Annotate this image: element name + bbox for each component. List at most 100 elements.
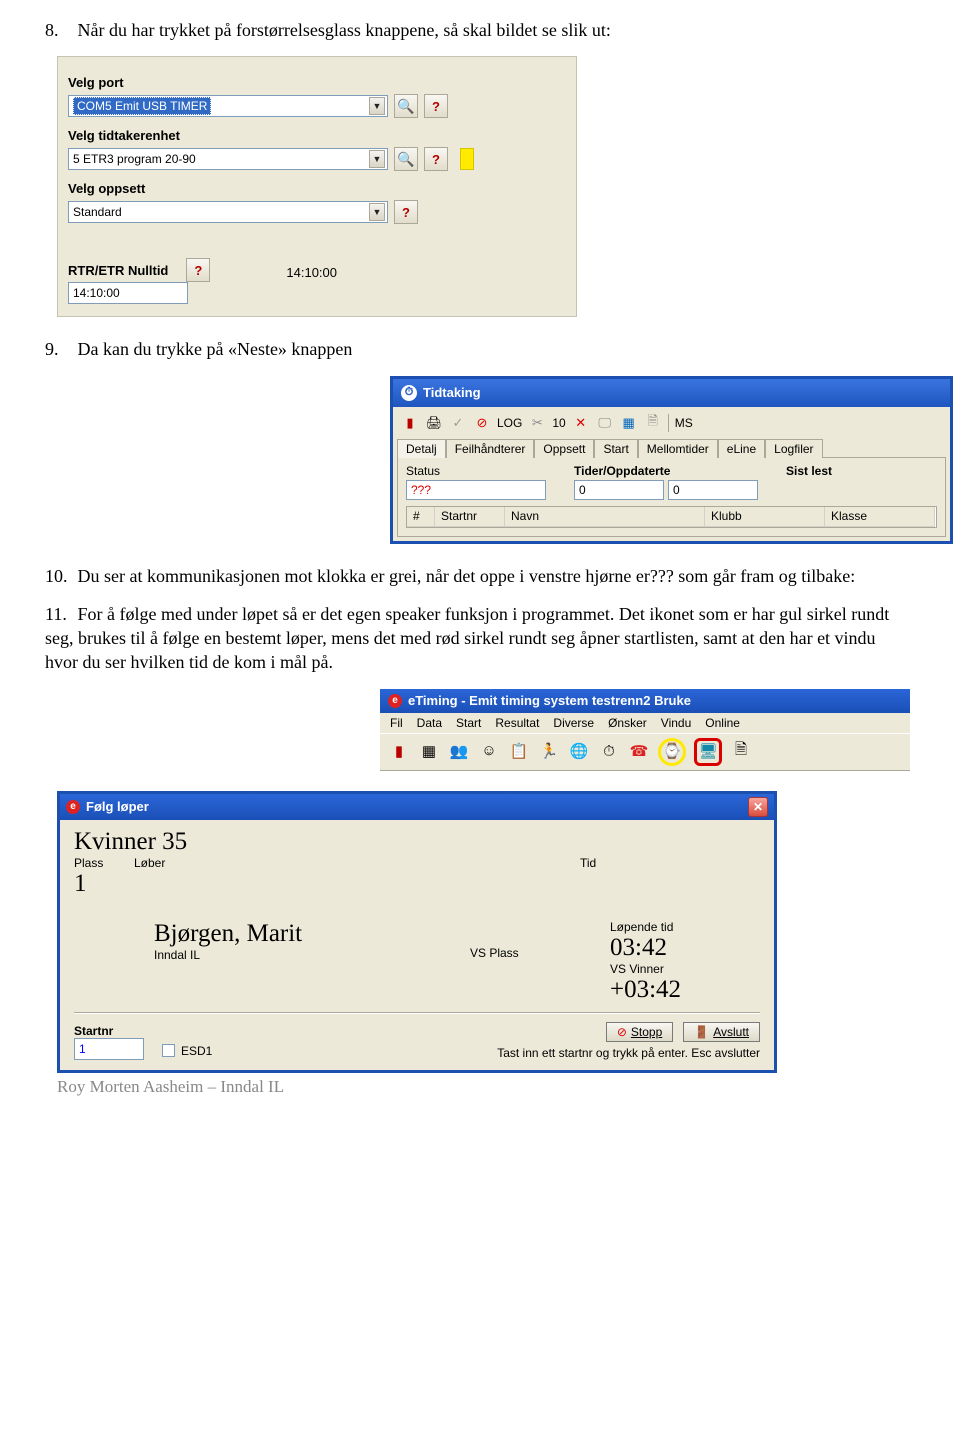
print-icon[interactable]: 🖨 xyxy=(425,414,443,432)
label-nulltid: RTR/ETR Nulltid xyxy=(68,263,168,278)
nulltid-input[interactable] xyxy=(68,282,188,304)
close-icon: ✕ xyxy=(753,800,763,814)
footer-cutoff: Roy Morten Aasheim – Inndal IL xyxy=(57,1077,900,1097)
magnifier-icon: 🔍 xyxy=(397,98,414,115)
stopp-button[interactable]: ⊘ Stopp xyxy=(606,1022,673,1042)
status-field[interactable] xyxy=(406,480,546,500)
help-button[interactable]: ? xyxy=(394,200,418,224)
port-dropdown[interactable]: COM5 Emit USB TIMER ▼ xyxy=(68,95,388,117)
question-icon: ? xyxy=(402,205,410,220)
label-velg-oppsett: Velg oppsett xyxy=(68,181,566,196)
globe-icon[interactable]: 🌐 xyxy=(568,741,590,763)
etiming-title: eTiming - Emit timing system testrenn2 B… xyxy=(408,693,691,708)
oppsett-value: Standard xyxy=(73,205,122,219)
tid-dropdown[interactable]: 5 ETR3 program 20-90 ▼ xyxy=(68,148,388,170)
tab-detalj[interactable]: Detalj xyxy=(397,439,446,458)
doc-icon[interactable]: 🗎 xyxy=(644,414,662,432)
oppsett-dropdown[interactable]: Standard ▼ xyxy=(68,201,388,223)
tab-logfiler[interactable]: Logfiler xyxy=(765,439,822,458)
help-button[interactable]: ? xyxy=(186,258,210,282)
menu-resultat[interactable]: Resultat xyxy=(495,716,539,730)
vs-vinner-label: VS Vinner xyxy=(610,962,760,976)
document-icon[interactable]: 🗎 xyxy=(730,741,752,763)
para-9-num: 9. xyxy=(45,337,73,361)
col-num[interactable]: # xyxy=(407,507,435,527)
tab-oppsett[interactable]: Oppsett xyxy=(534,439,594,458)
clock-display: 14:10:00 xyxy=(286,265,337,280)
device-icon[interactable]: ▮ xyxy=(401,414,419,432)
scissors-icon[interactable]: ✂ xyxy=(528,414,546,432)
para-11-num: 11. xyxy=(45,602,73,626)
app-icon: e xyxy=(388,694,402,708)
stopwatch-icon[interactable]: ⏱ xyxy=(598,741,620,763)
col-klasse[interactable]: Klasse xyxy=(825,507,935,527)
athlete-name: Bjørgen, Marit xyxy=(154,920,470,948)
running-icon[interactable]: 🏃 xyxy=(538,741,560,763)
menu-fil[interactable]: Fil xyxy=(390,716,403,730)
check-icon[interactable]: ✓ xyxy=(449,414,467,432)
hint-text: Tast inn ett startnr og trykk på enter. … xyxy=(497,1046,760,1060)
menu-onsker[interactable]: Ønsker xyxy=(608,716,647,730)
folg-loper-screenshot: e Følg løper ✕ Kvinner 35 Plass Løber Ti… xyxy=(57,791,777,1073)
para-8: 8. Når du har trykket på forstørrelsesgl… xyxy=(45,18,900,42)
menu-data[interactable]: Data xyxy=(417,716,442,730)
tidtaking-tabs: Detalj Feilhåndterer Oppsett Start Mello… xyxy=(397,438,946,457)
result-table: # Startnr Navn Klubb Klasse xyxy=(406,506,937,528)
klasse-label: Kvinner 35 xyxy=(74,828,760,856)
no-entry-icon[interactable]: ⊘ xyxy=(473,414,491,432)
ms-label[interactable]: MS xyxy=(675,414,693,432)
menu-online[interactable]: Online xyxy=(705,716,740,730)
startnr-input[interactable] xyxy=(74,1038,144,1060)
runner-group-icon[interactable]: 👥 xyxy=(448,741,470,763)
grid-icon[interactable]: ▦ xyxy=(620,414,638,432)
menu-vindu[interactable]: Vindu xyxy=(661,716,691,730)
display-icon[interactable]: 🖵 xyxy=(596,414,614,432)
para-9: 9. Da kan du trykke på «Neste» knappen xyxy=(45,337,900,361)
chevron-down-icon[interactable]: ▼ xyxy=(369,150,385,168)
phone-icon[interactable]: ☎ xyxy=(628,741,650,763)
device-icon[interactable]: ▮ xyxy=(388,741,410,763)
col-navn[interactable]: Navn xyxy=(505,507,705,527)
col-plass: Plass xyxy=(74,856,134,870)
vs-value: +03:42 xyxy=(610,976,760,1004)
tider-field-1[interactable] xyxy=(574,480,664,500)
help-button[interactable]: ? xyxy=(424,147,448,171)
para-8-num: 8. xyxy=(45,18,73,42)
log-label[interactable]: LOG xyxy=(497,414,522,432)
watch-follow-icon[interactable]: ⌚ xyxy=(658,738,686,766)
chevron-down-icon[interactable]: ▼ xyxy=(369,203,385,221)
folg-title: Følg løper xyxy=(86,799,149,814)
magnifier-button[interactable]: 🔍 xyxy=(394,147,418,171)
esd1-label: ESD1 xyxy=(181,1044,212,1058)
vs-plass-label: VS Plass xyxy=(470,946,610,960)
chevron-down-icon[interactable]: ▼ xyxy=(369,97,385,115)
etiming-menubar: Fil Data Start Resultat Diverse Ønsker V… xyxy=(380,713,910,733)
calendar-icon[interactable]: ▦ xyxy=(418,741,440,763)
esd1-checkbox[interactable] xyxy=(162,1044,175,1057)
tab-mellomtider[interactable]: Mellomtider xyxy=(638,439,718,458)
help-button[interactable]: ? xyxy=(424,94,448,118)
lopende-value: 03:42 xyxy=(610,934,760,962)
tidtaking-title: Tidtaking xyxy=(423,385,481,400)
startlist-icon[interactable]: 🖥 xyxy=(694,738,722,766)
tab-start[interactable]: Start xyxy=(594,439,637,458)
clipboard-icon[interactable]: 📋 xyxy=(508,741,530,763)
menu-start[interactable]: Start xyxy=(456,716,481,730)
tab-eline[interactable]: eLine xyxy=(718,439,765,458)
tab-feilhandterer[interactable]: Feilhåndterer xyxy=(446,439,535,458)
close-button[interactable]: ✕ xyxy=(748,797,768,817)
magnifier-button[interactable]: 🔍 xyxy=(394,94,418,118)
menu-diverse[interactable]: Diverse xyxy=(553,716,594,730)
face-icon[interactable]: ☺ xyxy=(478,741,500,763)
divider xyxy=(74,1012,760,1014)
label-velg-tid: Velg tidtakerenhet xyxy=(68,128,566,143)
tider-field-2[interactable] xyxy=(668,480,758,500)
avslutt-button[interactable]: 🚪 Avslutt xyxy=(683,1022,760,1042)
col-klubb[interactable]: Klubb xyxy=(705,507,825,527)
label-velg-port: Velg port xyxy=(68,75,566,90)
tidtaking-titlebar: ⏱ Tidtaking xyxy=(393,379,950,407)
x-red-icon[interactable]: ✕ xyxy=(572,414,590,432)
para-11-text: For å følge med under løpet så er det eg… xyxy=(45,604,889,673)
question-icon: ? xyxy=(432,152,440,167)
col-startnr[interactable]: Startnr xyxy=(435,507,505,527)
